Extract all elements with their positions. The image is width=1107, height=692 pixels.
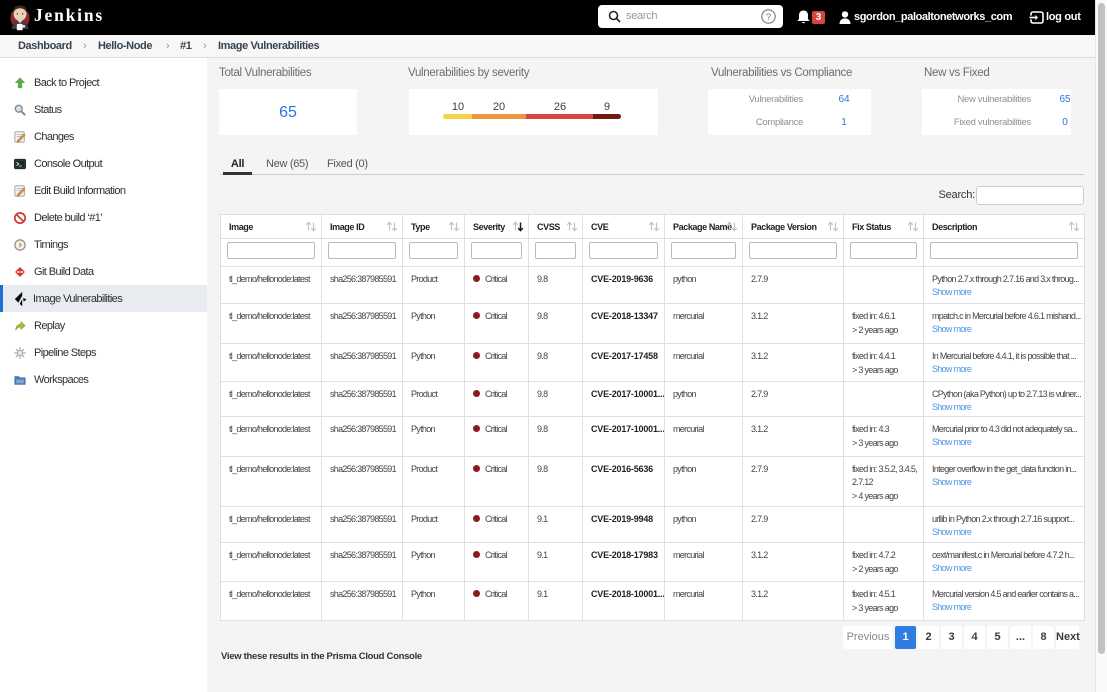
svg-text:?: ? (766, 12, 771, 23)
